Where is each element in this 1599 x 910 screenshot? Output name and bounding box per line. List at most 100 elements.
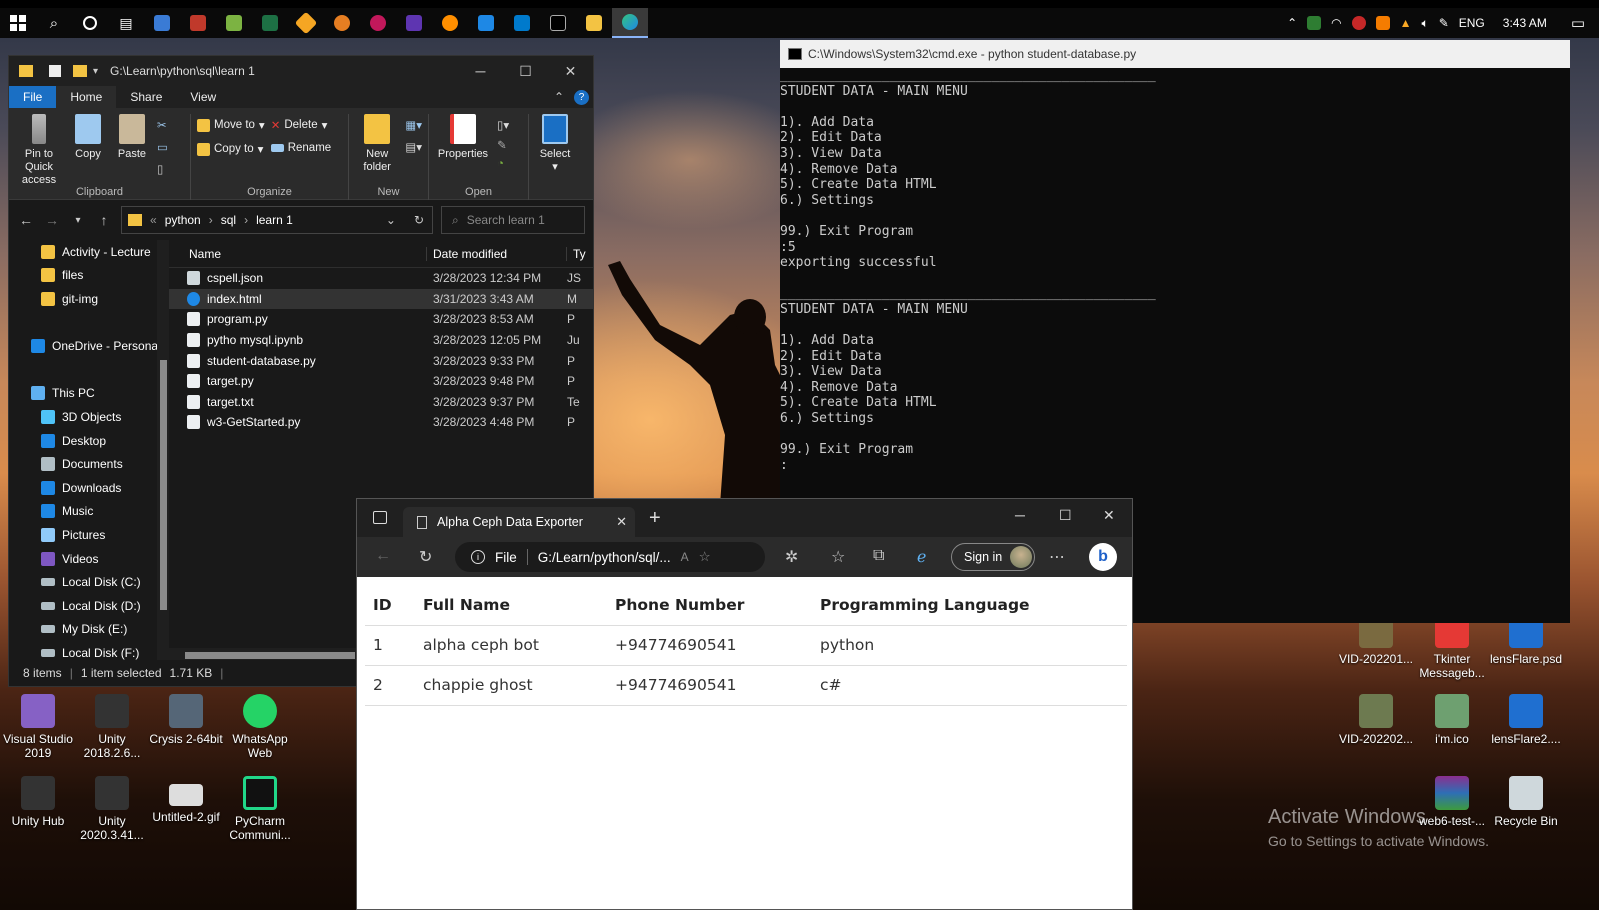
- desktop-icon-untitled-gif[interactable]: Untitled-2.gif: [148, 776, 224, 824]
- taskbar-app-1[interactable]: [144, 8, 180, 38]
- taskbar-excel[interactable]: [252, 8, 288, 38]
- wifi-icon[interactable]: ◠: [1331, 16, 1341, 30]
- favorites-icon[interactable]: ☆: [831, 547, 845, 567]
- nav-item[interactable]: Local Disk (D:): [9, 594, 169, 618]
- file-row[interactable]: student-database.py 3/28/2023 9:33 PM P: [169, 350, 593, 371]
- warning-icon[interactable]: ▲: [1400, 16, 1412, 30]
- taskbar-cmd[interactable]: [540, 8, 576, 38]
- move-to-button[interactable]: Move to ▾: [197, 118, 265, 132]
- taskbar-app-3[interactable]: [216, 8, 252, 38]
- file-row[interactable]: target.py 3/28/2023 9:48 PM P: [169, 371, 593, 392]
- column-type[interactable]: Ty: [567, 247, 586, 261]
- notifications-icon[interactable]: ▭: [1571, 14, 1585, 32]
- read-aloud-icon[interactable]: A: [681, 550, 689, 564]
- start-button[interactable]: [0, 8, 36, 38]
- taskbar-app-5[interactable]: [288, 8, 324, 38]
- scrollbar-thumb[interactable]: [160, 360, 167, 610]
- nav-item[interactable]: Videos: [9, 547, 169, 571]
- delete-button[interactable]: ✕ Delete ▾: [271, 118, 331, 132]
- maximize-icon[interactable]: ☐: [503, 56, 548, 86]
- address-bar[interactable]: i File G:/Learn/python/sql/... A ☆: [455, 542, 765, 572]
- nav-item[interactable]: Desktop: [9, 429, 169, 453]
- refresh-icon[interactable]: ↻: [414, 213, 424, 227]
- taskbar-app-7[interactable]: [360, 8, 396, 38]
- copy-path-icon[interactable]: ▭: [157, 140, 168, 154]
- tray-app-icon[interactable]: [1307, 16, 1322, 30]
- new-folder-quick-icon[interactable]: [73, 65, 87, 77]
- file-row[interactable]: target.txt 3/28/2023 9:37 PM Te: [169, 392, 593, 413]
- cmd-title-bar[interactable]: C:\Windows\System32\cmd.exe - python stu…: [780, 40, 1570, 68]
- paste-shortcut-icon[interactable]: ▯: [157, 162, 168, 176]
- help-icon[interactable]: ?: [574, 89, 589, 105]
- column-date-modified[interactable]: Date modified: [427, 246, 567, 261]
- recent-locations-icon[interactable]: ▾: [69, 215, 87, 226]
- back-arrow-icon[interactable]: ←: [375, 547, 391, 565]
- desktop-icon-tkinter-pdf[interactable]: Tkinter Messageb...: [1414, 614, 1490, 680]
- taskbar-app-9[interactable]: [432, 8, 468, 38]
- file-row[interactable]: w3-GetStarted.py 3/28/2023 4:48 PM P: [169, 412, 593, 433]
- address-dropdown-icon[interactable]: ⌄: [386, 213, 396, 227]
- pen-icon[interactable]: ✎: [1439, 16, 1449, 30]
- minimize-icon[interactable]: ─: [1015, 507, 1025, 523]
- volume-icon[interactable]: 🔈︎: [1422, 16, 1429, 31]
- breadcrumb-python[interactable]: python: [165, 213, 201, 227]
- file-row[interactable]: pytho mysql.ipynb 3/28/2023 12:05 PM Ju: [169, 330, 593, 351]
- desktop-icon-visual-studio[interactable]: Visual Studio 2019: [0, 694, 76, 760]
- tab-file[interactable]: File: [9, 86, 57, 108]
- ie-mode-icon[interactable]: ℯ: [917, 547, 926, 567]
- copy-to-button[interactable]: Copy to ▾: [197, 142, 265, 156]
- sign-in-button[interactable]: Sign in: [951, 543, 1035, 571]
- new-tab-icon[interactable]: +: [649, 507, 661, 530]
- forward-arrow-icon[interactable]: →: [43, 212, 61, 228]
- explorer-search-box[interactable]: ⌕ Search learn 1: [441, 206, 585, 234]
- close-icon[interactable]: ✕: [548, 56, 593, 86]
- cut-icon[interactable]: ✂: [157, 118, 168, 132]
- breadcrumb-overflow[interactable]: «: [150, 213, 157, 227]
- desktop-icon-im-ico[interactable]: i'm.ico: [1414, 694, 1490, 746]
- nav-item[interactable]: 3D Objects: [9, 405, 169, 429]
- minimize-icon[interactable]: ─: [458, 56, 503, 86]
- nav-item[interactable]: Downloads: [9, 476, 169, 500]
- nav-item[interactable]: Documents: [9, 452, 169, 476]
- file-row[interactable]: index.html 3/31/2023 3:43 AM M: [169, 288, 593, 310]
- bing-icon[interactable]: b: [1089, 543, 1117, 571]
- breadcrumb-sql[interactable]: sql: [221, 213, 236, 227]
- language-indicator[interactable]: ENG: [1459, 16, 1485, 30]
- desktop-icon-unity-2020[interactable]: Unity 2020.3.41...: [74, 776, 150, 842]
- nav-item[interactable]: Music: [9, 500, 169, 524]
- add-favorite-icon[interactable]: ☆: [699, 549, 711, 565]
- desktop-icon-vid-2[interactable]: VID-202202...: [1338, 694, 1414, 746]
- cmd-console-output[interactable]: ________________________________________…: [780, 68, 1570, 473]
- new-item-icon[interactable]: ▦▾: [405, 118, 422, 132]
- tray-antivirus-icon[interactable]: [1351, 16, 1366, 30]
- desktop-icon-whatsapp[interactable]: WhatsApp Web: [222, 694, 298, 760]
- clock[interactable]: 3:43 AM: [1503, 16, 1547, 30]
- desktop-icon-lensflare2[interactable]: lensFlare2....: [1488, 694, 1564, 746]
- file-row[interactable]: cspell.json 3/28/2023 12:34 PM JS: [169, 268, 593, 289]
- easy-access-icon[interactable]: ▤▾: [405, 140, 422, 154]
- close-icon[interactable]: ✕: [1103, 507, 1115, 524]
- browser-tab[interactable]: Alpha Ceph Data Exporter ✕: [403, 507, 635, 537]
- cortana-button[interactable]: [72, 8, 108, 38]
- address-bar[interactable]: « python › sql › learn 1 ⌄ ↻: [121, 206, 433, 234]
- tab-home[interactable]: Home: [56, 86, 117, 108]
- nav-item[interactable]: Pictures: [9, 523, 169, 547]
- file-row[interactable]: program.py 3/28/2023 8:53 AM P: [169, 309, 593, 330]
- desktop-icon-pycharm[interactable]: PyCharm Communi...: [222, 776, 298, 842]
- task-view-button[interactable]: ▤: [108, 8, 144, 38]
- scrollbar-thumb[interactable]: [185, 652, 355, 659]
- collections-icon[interactable]: ⧉: [873, 547, 884, 565]
- close-tab-icon[interactable]: ✕: [616, 514, 627, 530]
- open-icon[interactable]: ▯▾: [497, 118, 509, 132]
- quick-access-dropdown-icon[interactable]: ▾: [93, 66, 98, 77]
- refresh-icon[interactable]: ↻: [419, 547, 432, 567]
- nav-item[interactable]: Local Disk (F:): [9, 641, 169, 662]
- column-name[interactable]: Name: [169, 246, 427, 261]
- desktop-icon-recycle-bin[interactable]: Recycle Bin: [1488, 776, 1564, 828]
- tray-app-icon[interactable]: [1375, 16, 1390, 30]
- more-options-icon[interactable]: ⋯: [1049, 547, 1065, 567]
- nav-item[interactable]: git-img: [9, 287, 169, 311]
- taskbar-app-2[interactable]: [180, 8, 216, 38]
- nav-item[interactable]: OneDrive - Persona: [9, 334, 169, 358]
- taskbar-app-6[interactable]: [324, 8, 360, 38]
